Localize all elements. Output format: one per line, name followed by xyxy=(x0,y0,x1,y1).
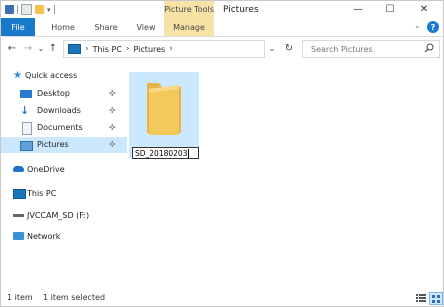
back-button[interactable]: ← xyxy=(5,41,19,55)
sidebar-item-label: OneDrive xyxy=(27,165,65,174)
tab-file[interactable]: File xyxy=(1,18,35,36)
sidebar-item-label: JVCCAM_SD (F:) xyxy=(27,211,90,220)
address-bar[interactable]: › This PC › Pictures › xyxy=(63,40,265,58)
large-icons-view-button[interactable] xyxy=(429,292,443,305)
navigation-bar: ← → ⌄ ↑ › This PC › Pictures › ⌄ ↻ Searc… xyxy=(1,37,443,61)
search-input[interactable]: Search Pictures xyxy=(311,45,373,54)
sidebar-item-label: Pictures xyxy=(37,140,69,149)
search-icon[interactable] xyxy=(424,43,434,53)
breadcrumb-chevron-icon[interactable]: › xyxy=(169,44,173,54)
sidebar-item-network[interactable]: Network xyxy=(1,229,127,245)
window-title: Pictures xyxy=(223,4,259,15)
breadcrumb-pictures[interactable]: Pictures xyxy=(134,45,166,54)
status-bar: 1 item 1 item selected xyxy=(1,289,443,306)
navigation-pane: ★ Quick access Desktop ✜ ↓ Downloads ✜ D… xyxy=(1,62,127,287)
selection-count: 1 item selected xyxy=(43,293,106,302)
refresh-icon[interactable]: ↻ xyxy=(282,40,296,56)
expand-ribbon-icon[interactable]: ⌄ xyxy=(414,21,421,30)
details-view-button[interactable] xyxy=(415,292,427,303)
breadcrumb-chevron-icon[interactable]: › xyxy=(85,44,89,54)
file-explorer-window: ▾ Picture Tools Pictures — ☐ ✕ File Home… xyxy=(0,0,444,307)
desktop-icon xyxy=(20,90,32,98)
ribbon-tabs: File Home Share View Manage ⌄ ? xyxy=(1,18,443,37)
sidebar-item-label: Quick access xyxy=(25,71,78,80)
pin-icon[interactable]: ✜ xyxy=(109,123,116,132)
folder-item[interactable]: SD_20180203 xyxy=(129,72,199,159)
file-list: SD_20180203 xyxy=(127,62,443,287)
toolbar-divider xyxy=(17,5,18,14)
help-button[interactable]: ? xyxy=(427,21,439,33)
pictures-icon xyxy=(20,141,33,151)
network-icon xyxy=(13,232,24,240)
pin-icon[interactable]: ✜ xyxy=(109,106,116,115)
app-icon xyxy=(5,5,14,14)
sidebar-item-sd-drive[interactable]: JVCCAM_SD (F:) xyxy=(1,208,127,224)
sidebar-item-label: Desktop xyxy=(37,89,70,98)
toolbar-divider xyxy=(53,5,55,14)
address-dropdown-icon[interactable]: ⌄ xyxy=(266,40,278,56)
sidebar-item-documents[interactable]: Documents ✜ xyxy=(1,120,127,136)
new-folder-icon[interactable] xyxy=(35,5,44,14)
quick-access-toolbar: ▾ xyxy=(5,4,55,15)
sidebar-item-label: Downloads xyxy=(37,106,81,115)
minimize-button[interactable]: — xyxy=(343,1,373,18)
cloud-icon xyxy=(13,166,24,172)
sidebar-item-label: Network xyxy=(27,232,61,241)
forward-button[interactable]: → xyxy=(21,41,35,55)
breadcrumb-chevron-icon[interactable]: › xyxy=(126,44,130,54)
download-arrow-icon: ↓ xyxy=(20,104,30,117)
search-box[interactable]: Search Pictures xyxy=(302,40,440,58)
customize-toolbar-icon[interactable]: ▾ xyxy=(47,6,51,14)
sidebar-item-onedrive[interactable]: OneDrive xyxy=(1,162,127,178)
tab-share[interactable]: Share xyxy=(90,18,122,36)
breadcrumb-this-pc[interactable]: This PC xyxy=(93,45,122,54)
tab-home[interactable]: Home xyxy=(47,18,79,36)
sidebar-item-label: Documents xyxy=(37,123,83,132)
documents-icon xyxy=(22,122,32,135)
folder-name[interactable]: SD_20180203 xyxy=(135,149,187,158)
tab-view[interactable]: View xyxy=(132,18,160,36)
up-button[interactable]: ↑ xyxy=(46,41,60,55)
pin-icon[interactable]: ✜ xyxy=(109,89,116,98)
large-icons-view-icon xyxy=(432,294,440,303)
sidebar-item-pictures[interactable]: Pictures ✜ xyxy=(1,137,127,153)
details-view-icon xyxy=(416,293,426,302)
picture-tools-label: Picture Tools xyxy=(164,1,214,18)
close-button[interactable]: ✕ xyxy=(409,1,439,18)
maximize-button[interactable]: ☐ xyxy=(375,1,405,18)
text-caret xyxy=(188,148,190,158)
star-icon: ★ xyxy=(13,70,22,81)
drive-icon xyxy=(13,214,24,217)
sidebar-item-desktop[interactable]: Desktop ✜ xyxy=(1,86,127,102)
sidebar-item-this-pc[interactable]: This PC xyxy=(1,186,127,202)
properties-icon[interactable] xyxy=(21,4,32,15)
tab-manage[interactable]: Manage xyxy=(164,18,214,36)
item-count: 1 item xyxy=(7,293,33,302)
folder-icon xyxy=(147,83,181,135)
computer-icon xyxy=(13,189,26,199)
rename-field[interactable]: SD_20180203 xyxy=(132,147,199,159)
sidebar-item-label: This PC xyxy=(27,189,57,198)
title-bar: ▾ Picture Tools Pictures — ☐ ✕ xyxy=(1,1,443,18)
sidebar-item-downloads[interactable]: ↓ Downloads ✜ xyxy=(1,103,127,119)
this-pc-icon xyxy=(68,44,81,54)
sidebar-item-quick-access[interactable]: ★ Quick access xyxy=(1,68,127,84)
pin-icon[interactable]: ✜ xyxy=(109,140,116,149)
